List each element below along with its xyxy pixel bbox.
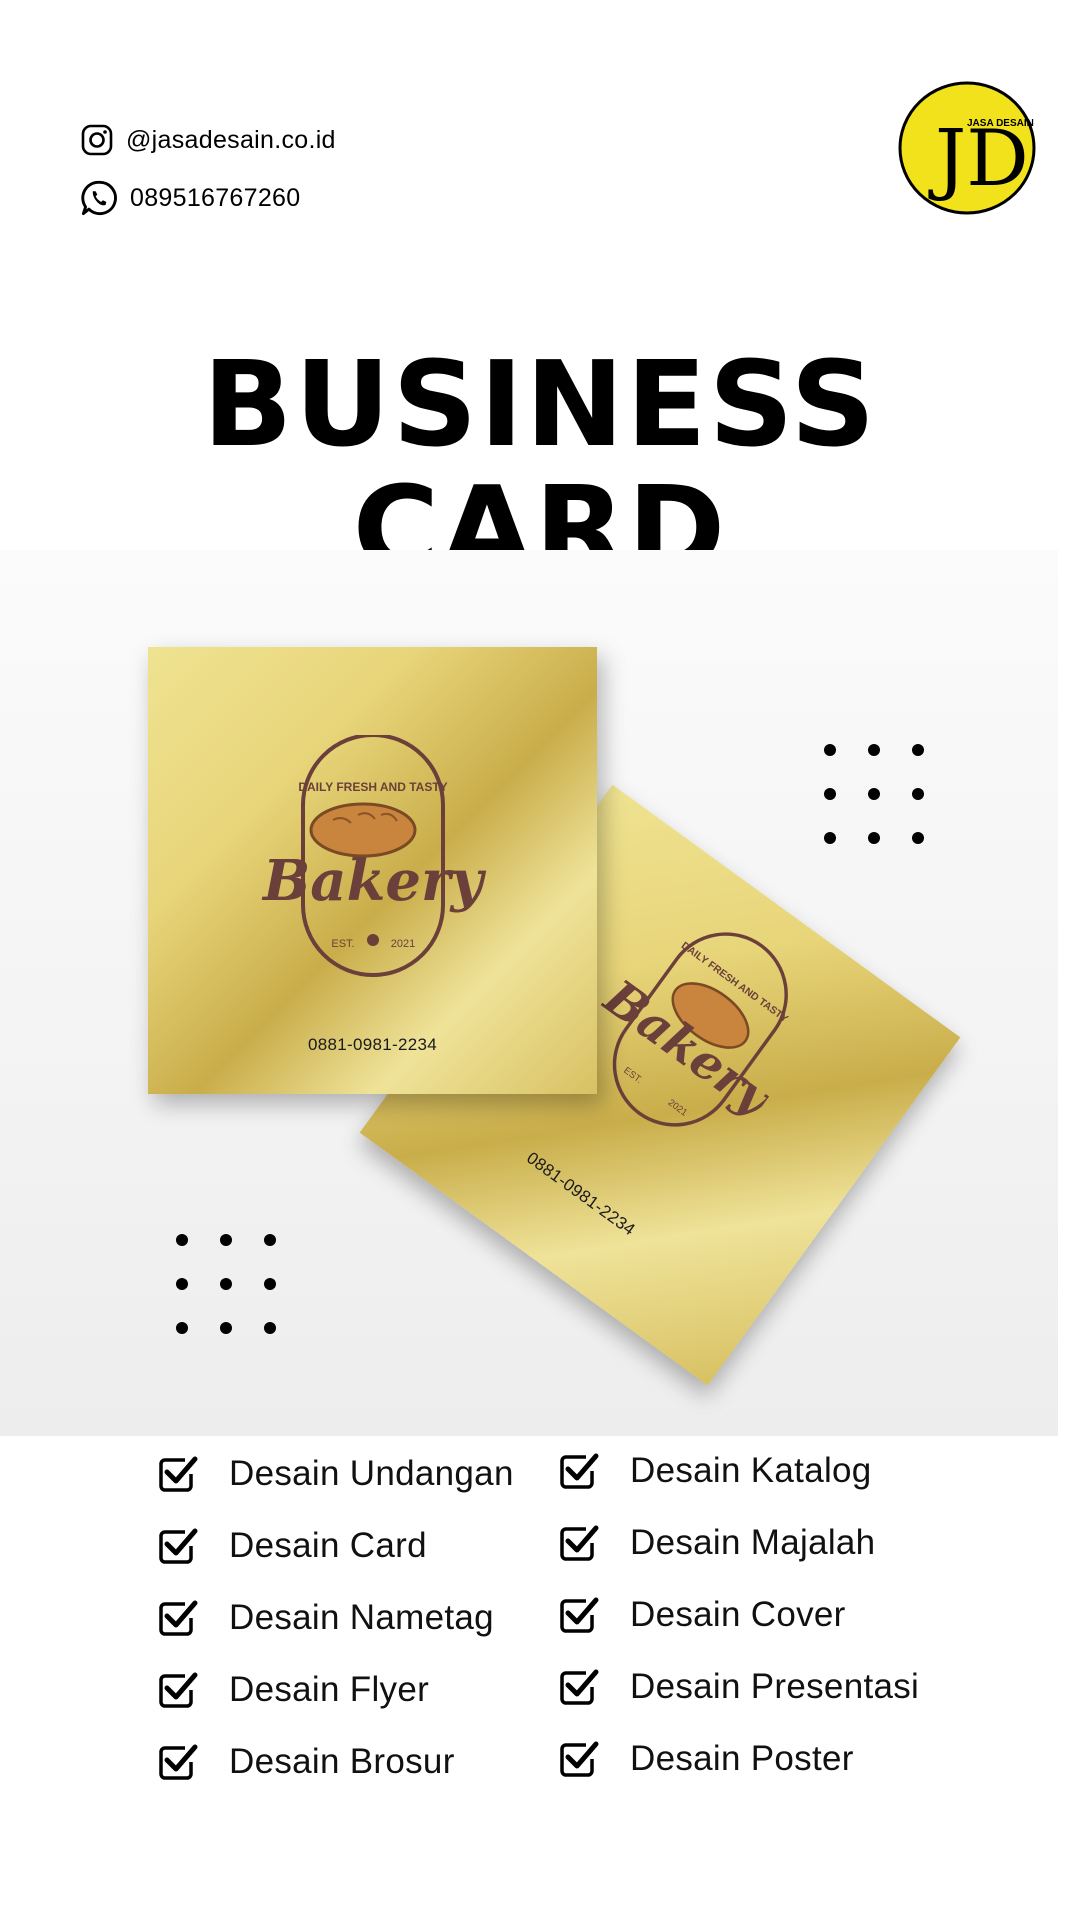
checkbox-checked-icon xyxy=(560,1741,599,1777)
list-item: Desain Poster xyxy=(558,1739,919,1779)
list-item: Desain Undangan xyxy=(157,1454,514,1494)
instagram-handle: @jasadesain.co.id xyxy=(126,125,336,154)
checkbox-checked-icon xyxy=(560,1669,599,1705)
checkbox-checked-icon xyxy=(159,1456,198,1492)
business-card-front: DAILY FRESH AND TASTY Bakery EST. 2021 0… xyxy=(148,647,597,1094)
checkbox-checked-icon xyxy=(560,1525,599,1561)
decorative-dots-top xyxy=(824,744,924,844)
whatsapp-icon xyxy=(81,180,117,216)
bakery-emblem: DAILY FRESH AND TASTY Bakery EST. 2021 xyxy=(260,735,486,977)
svg-text:2021: 2021 xyxy=(666,1097,690,1118)
instagram-icon xyxy=(81,124,113,156)
checkbox-checked-icon xyxy=(159,1600,198,1636)
checkbox-checked-icon xyxy=(159,1744,198,1780)
checkbox-checked-icon xyxy=(159,1672,198,1708)
svg-text:Bakery: Bakery xyxy=(260,848,486,914)
list-item: Desain Nametag xyxy=(157,1598,514,1638)
checkbox-checked-icon xyxy=(560,1597,599,1633)
svg-text:EST.: EST. xyxy=(331,938,354,950)
card-front-phone: 0881-0981-2234 xyxy=(308,1035,437,1054)
svg-text:EST.: EST. xyxy=(621,1065,644,1086)
jasa-desain-logo: JD JASA DESAIN xyxy=(898,81,1036,215)
svg-text:DAILY FRESH AND TASTY: DAILY FRESH AND TASTY xyxy=(298,780,447,794)
checkbox-checked-icon xyxy=(159,1528,198,1564)
title-line-1: BUSINESS xyxy=(202,335,878,473)
list-item: Desain Card xyxy=(157,1526,514,1566)
list-item: Desain Presentasi xyxy=(558,1667,919,1707)
decorative-dots-bottom xyxy=(176,1234,276,1334)
svg-text:JASA DESAIN: JASA DESAIN xyxy=(967,118,1034,129)
checkbox-checked-icon xyxy=(560,1453,599,1489)
whatsapp-number: 089516767260 xyxy=(130,183,301,212)
instagram-contact: @jasadesain.co.id xyxy=(80,123,336,157)
list-item: Desain Majalah xyxy=(558,1523,919,1563)
list-item: Desain Katalog xyxy=(558,1451,919,1491)
svg-text:2021: 2021 xyxy=(390,938,414,950)
list-item: Desain Cover xyxy=(558,1595,919,1635)
list-item: Desain Brosur xyxy=(157,1742,514,1782)
list-item: Desain Flyer xyxy=(157,1670,514,1710)
services-list-left: Desain Undangan Desain Card Desain Namet… xyxy=(157,1454,514,1814)
whatsapp-contact: 089516767260 xyxy=(80,179,300,217)
services-list-right: Desain Katalog Desain Majalah Desain Cov… xyxy=(558,1451,919,1811)
